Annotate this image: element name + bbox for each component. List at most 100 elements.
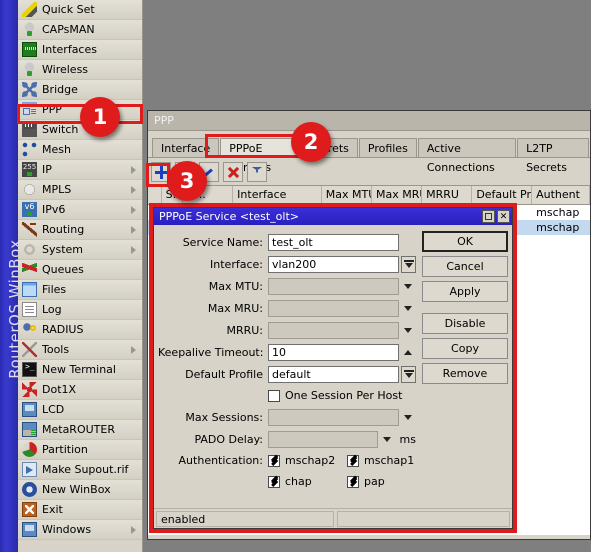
sidebar-item-wireless[interactable]: Wireless — [18, 60, 142, 80]
checkbox-chap[interactable] — [268, 475, 280, 488]
field-label: Interface: — [210, 257, 263, 271]
chevron-right-icon — [131, 246, 136, 254]
tab-profiles[interactable]: Profiles — [358, 138, 417, 157]
apply-button[interactable]: Apply — [422, 281, 508, 302]
sidebar-item-exit[interactable]: Exit — [18, 500, 142, 520]
sidebar-item-make-supout-rif[interactable]: Make Supout.rif — [18, 460, 142, 480]
sidebar-item-system[interactable]: System — [18, 240, 142, 260]
dialog-titlebar: PPPoE Service <test_olt> ✕ — [154, 208, 512, 225]
sidebar-item-label: System — [42, 243, 84, 256]
sidebar-item-label: Partition — [42, 443, 88, 456]
sidebar-item-log[interactable]: Log — [18, 300, 142, 320]
sidebar-item-interfaces[interactable]: Interfaces — [18, 40, 142, 60]
sidebar-item-mesh[interactable]: Mesh — [18, 140, 142, 160]
tab-active-connections[interactable]: Active Connections — [417, 138, 517, 174]
authentication-row-1: Authentication: mschap2 mschap1 — [158, 450, 416, 471]
one-session-per-host-checkbox[interactable] — [268, 389, 280, 402]
sidebar-item-label: IPv6 — [42, 203, 66, 216]
sidebar-item-ip[interactable]: IP — [18, 160, 142, 180]
form-row: Default Profile default — [158, 363, 416, 385]
mpls-icon — [22, 182, 37, 197]
combo-dropdown-icon[interactable] — [401, 255, 416, 273]
column-header[interactable]: MRRU — [422, 186, 473, 204]
column-header[interactable]: Max MRU — [372, 186, 423, 204]
field-input-default-profile[interactable]: default — [268, 365, 399, 383]
sidebar-item-label: Interfaces — [42, 43, 97, 56]
chevron-right-icon — [131, 166, 136, 174]
column-header[interactable] — [148, 186, 162, 204]
cancel-button[interactable]: Cancel — [422, 256, 508, 277]
form-row: MRRU: — [158, 319, 416, 341]
checkbox-mschap2[interactable] — [268, 454, 280, 467]
sidebar-item-label: Dot1X — [42, 383, 77, 396]
checkbox-mschap1[interactable] — [347, 454, 359, 467]
sidebar-item-metarouter[interactable]: MetaROUTER — [18, 420, 142, 440]
filter-button[interactable] — [247, 161, 267, 182]
column-header[interactable]: Max MTU — [322, 186, 372, 204]
column-header[interactable]: Default Pro... — [472, 186, 533, 204]
sidebar-item-label: Tools — [42, 343, 70, 356]
brand-strip: RouterOS WinBox — [0, 0, 24, 552]
sidebar-item-partition[interactable]: Partition — [18, 440, 142, 460]
sidebar-item-dot1x[interactable]: Dot1X — [18, 380, 142, 400]
chevron-right-icon — [131, 206, 136, 214]
sidebar-item-windows[interactable]: Windows — [18, 520, 142, 540]
disable-button[interactable] — [223, 161, 243, 182]
sidebar-item-capsman[interactable]: CAPsMAN — [18, 20, 142, 40]
sidebar-item-label: CAPsMAN — [42, 23, 95, 36]
one-session-per-host-label: One Session Per Host — [285, 389, 403, 402]
winbox-icon — [22, 482, 37, 497]
checkbox-pap[interactable] — [347, 475, 359, 488]
field-input-max-mtu — [268, 277, 399, 295]
queues-icon — [22, 262, 37, 277]
sidebar-item-ipv6[interactable]: IPv6 — [18, 200, 142, 220]
tab-l2tp-secrets[interactable]: L2TP Secrets — [517, 138, 589, 174]
chevron-down-icon[interactable] — [401, 278, 416, 295]
sidebar-item-radius[interactable]: RADIUS — [18, 320, 142, 340]
copy-button[interactable]: Copy — [422, 338, 508, 359]
sidebar-item-mpls[interactable]: MPLS — [18, 180, 142, 200]
terminal-icon — [22, 362, 37, 377]
chevron-down-icon[interactable] — [401, 409, 416, 426]
column-header[interactable]: Interface — [233, 186, 322, 204]
combo-dropdown-icon[interactable] — [401, 365, 416, 383]
field-input-keepalive-timeout[interactable]: 10 — [268, 343, 399, 361]
dialog-title: PPPoE Service <test_olt> — [159, 210, 299, 223]
authentication-row-2: chap pap — [158, 471, 416, 492]
disable-button[interactable]: Disable — [422, 313, 508, 334]
remove-button[interactable]: Remove — [422, 363, 508, 384]
sidebar-item-files[interactable]: Files — [18, 280, 142, 300]
maximize-icon[interactable] — [482, 210, 495, 223]
sidebar-item-label: LCD — [42, 403, 65, 416]
sidebar-item-lcd[interactable]: LCD — [18, 400, 142, 420]
field-input-service-name[interactable]: test_olt — [268, 233, 399, 251]
windows-icon — [22, 522, 37, 537]
chevron-down-icon[interactable] — [401, 322, 416, 339]
chevron-down-icon[interactable] — [401, 300, 416, 317]
table-header-row: S...N...InterfaceMax MTUMax MRUMRRUDefau… — [148, 185, 590, 205]
access-point-icon — [22, 22, 37, 37]
chevron-down-icon[interactable] — [380, 431, 395, 448]
chevron-right-icon — [131, 226, 136, 234]
form-row: Keepalive Timeout: 10 — [158, 341, 416, 363]
dialog-button-column: OK Cancel Apply Disable Copy Remove — [416, 231, 508, 508]
field-input-mrru — [268, 321, 399, 339]
field-label: Service Name: — [182, 235, 263, 249]
form-row: Max MRU: — [158, 297, 416, 319]
field-input-max-sessions — [268, 408, 399, 426]
sidebar-item-tools[interactable]: Tools — [18, 340, 142, 360]
sidebar-item-bridge[interactable]: Bridge — [18, 80, 142, 100]
sidebar-item-quick-set[interactable]: Quick Set — [18, 0, 142, 20]
sidebar-item-new-winbox[interactable]: New WinBox — [18, 480, 142, 500]
sidebar-item-new-terminal[interactable]: New Terminal — [18, 360, 142, 380]
field-input-interface[interactable]: vlan200 — [268, 255, 399, 273]
folder-icon — [22, 282, 37, 297]
column-header[interactable]: Authent — [532, 186, 590, 204]
field-input-pado-delay — [268, 430, 378, 448]
ok-button[interactable]: OK — [422, 231, 508, 252]
one-session-per-host-row: One Session Per Host — [158, 385, 416, 406]
chevron-up-icon[interactable] — [401, 344, 416, 361]
sidebar-item-queues[interactable]: Queues — [18, 260, 142, 280]
close-icon[interactable]: ✕ — [497, 210, 510, 223]
sidebar-item-routing[interactable]: Routing — [18, 220, 142, 240]
